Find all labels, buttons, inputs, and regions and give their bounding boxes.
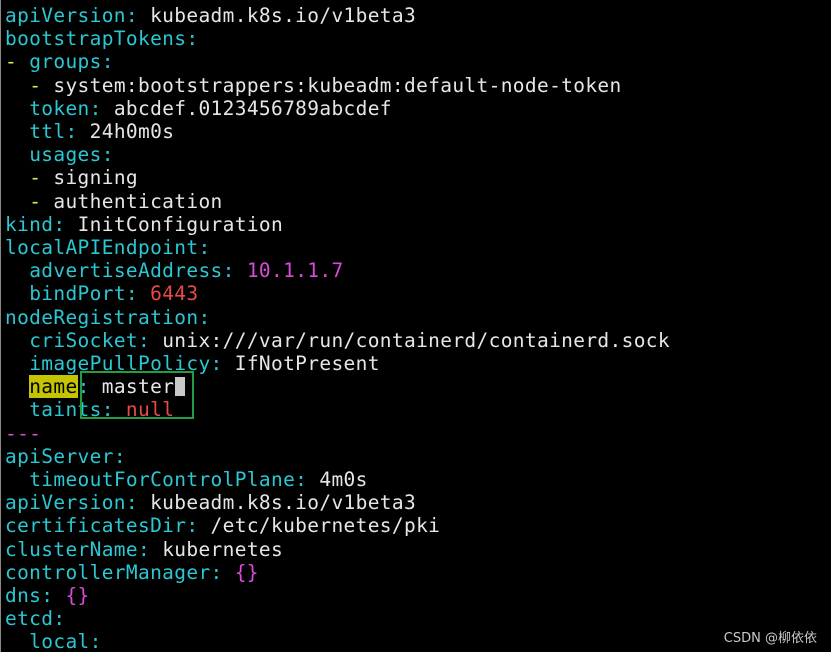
yaml-line: etcd:: [5, 607, 66, 631]
yaml-line: advertiseAddress: 10.1.1.7: [29, 259, 344, 283]
yaml-line: - authentication: [29, 189, 223, 213]
yaml-line: localAPIEndpoint:: [5, 236, 211, 259]
vim-editor[interactable]: apiVersion: kubeadm.k8s.io/v1beta3 boots…: [0, 0, 831, 652]
yaml-line: - system:bootstrappers:kubeadm:default-n…: [29, 73, 622, 97]
yaml-line: apiVersion: kubeadm.k8s.io/v1beta3: [5, 491, 417, 515]
yaml-line: controllerManager: {}: [5, 560, 259, 584]
watermark: CSDN @柳依依: [723, 631, 817, 646]
yaml-line: ttl: 24h0m0s: [29, 120, 175, 143]
yaml-line: dns: {}: [5, 584, 90, 607]
text-cursor: [175, 377, 186, 397]
yaml-line: bindPort: 6443: [29, 282, 199, 306]
yaml-line: apiServer:: [5, 444, 126, 468]
yaml-line-name: name: master: [5, 375, 186, 399]
yaml-line: clusterName: kubernetes: [5, 537, 284, 561]
yaml-line: local:: [29, 630, 102, 652]
yaml-line: bootstrapTokens:: [5, 27, 199, 51]
yaml-separator: ---: [5, 421, 42, 445]
yaml-line: apiVersion: kubeadm.k8s.io/v1beta3: [5, 4, 417, 27]
yaml-line: - groups:: [5, 50, 114, 74]
yaml-line: usages:: [29, 143, 114, 167]
yaml-line: criSocket: unix:///var/run/containerd/co…: [29, 328, 670, 352]
yaml-line: - signing: [29, 166, 139, 190]
yaml-line: kind: InitConfiguration: [5, 212, 284, 236]
search-highlight: name: [29, 375, 78, 399]
yaml-line: imagePullPolicy: IfNotPresent: [29, 352, 380, 375]
node-name-value[interactable]: master: [102, 375, 175, 398]
yaml-line: token: abcdef.0123456789abcdef: [29, 96, 392, 120]
yaml-line: timeoutForControlPlane: 4m0s: [29, 468, 368, 491]
yaml-line: nodeRegistration:: [5, 305, 211, 329]
yaml-line: taints: null: [29, 398, 175, 422]
yaml-line: certificatesDir: /etc/kubernetes/pki: [5, 514, 441, 538]
